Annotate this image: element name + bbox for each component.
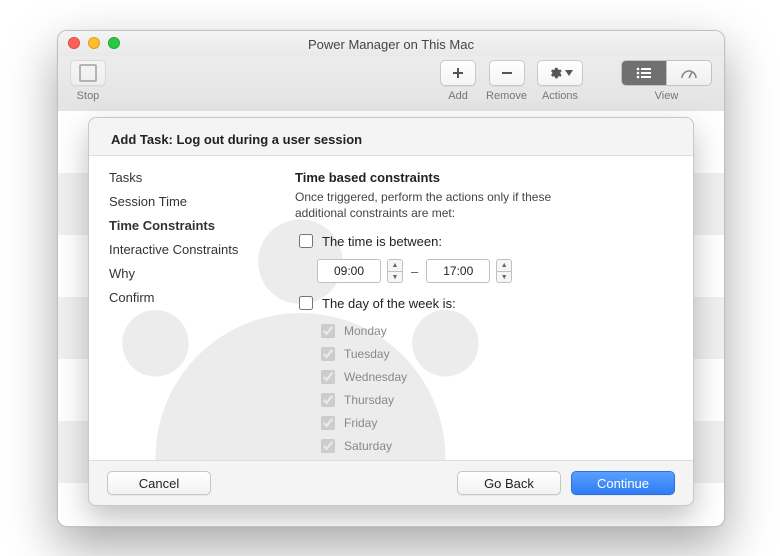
cancel-button[interactable]: Cancel — [107, 471, 211, 495]
day-saturday[interactable]: Saturday — [317, 436, 669, 456]
continue-button[interactable]: Continue — [571, 471, 675, 495]
time-from-value: 09:00 — [318, 264, 380, 278]
close-icon[interactable] — [68, 37, 80, 49]
remove-button[interactable] — [489, 60, 525, 86]
day-monday-checkbox — [321, 324, 335, 338]
add-button[interactable] — [440, 60, 476, 86]
nav-why[interactable]: Why — [109, 266, 281, 281]
task-sheet: Add Task: Log out during a user session … — [88, 117, 694, 506]
toolbar: Stop Add Remove Actions — [58, 56, 724, 113]
day-friday-checkbox — [321, 416, 335, 430]
window-title: Power Manager on This Mac — [308, 37, 474, 52]
go-back-button[interactable]: Go Back — [457, 471, 561, 495]
remove-label: Remove — [486, 90, 527, 102]
stop-label: Stop — [77, 90, 100, 102]
day-of-week-checkbox[interactable] — [299, 296, 313, 310]
time-between-checkbox[interactable] — [299, 234, 313, 248]
nav-confirm[interactable]: Confirm — [109, 290, 281, 305]
day-tuesday-checkbox — [321, 347, 335, 361]
nav-interactive-constraints[interactable]: Interactive Constraints — [109, 242, 281, 257]
time-to-value: 17:00 — [427, 264, 489, 278]
time-to-field[interactable]: 17:00 — [426, 259, 490, 283]
range-dash: – — [411, 264, 418, 279]
chevron-up-icon: ▲ — [497, 260, 511, 271]
time-between-label: The time is between: — [322, 234, 442, 249]
time-from-field[interactable]: 09:00 — [317, 259, 381, 283]
content-hint: Once triggered, perform the actions only… — [295, 189, 605, 221]
minimize-icon[interactable] — [88, 37, 100, 49]
window-controls — [68, 37, 120, 49]
day-wednesday-checkbox — [321, 370, 335, 384]
day-of-week-label: The day of the week is: — [322, 296, 456, 311]
minus-icon — [500, 66, 514, 80]
day-friday[interactable]: Friday — [317, 413, 669, 433]
gauge-icon — [680, 67, 698, 79]
zoom-icon[interactable] — [108, 37, 120, 49]
titlebar: Power Manager on This Mac — [58, 31, 724, 56]
add-label: Add — [448, 90, 468, 102]
day-saturday-checkbox — [321, 439, 335, 453]
content-pane: Time based constraints Once triggered, p… — [281, 156, 693, 460]
chevron-down-icon — [565, 70, 573, 76]
nav-time-constraints[interactable]: Time Constraints — [109, 218, 281, 233]
wizard-nav: Tasks Session Time Time Constraints Inte… — [89, 156, 281, 460]
day-thursday[interactable]: Thursday — [317, 390, 669, 410]
plus-icon — [451, 66, 465, 80]
day-monday[interactable]: Monday — [317, 321, 669, 341]
chevron-down-icon: ▼ — [388, 271, 402, 283]
day-tuesday[interactable]: Tuesday — [317, 344, 669, 364]
gear-icon — [548, 66, 562, 80]
view-gauge-button[interactable] — [666, 61, 711, 85]
time-from-stepper[interactable]: ▲ ▼ — [387, 259, 403, 283]
day-thursday-checkbox — [321, 393, 335, 407]
actions-button[interactable] — [537, 60, 583, 86]
stop-icon — [79, 64, 97, 82]
view-label: View — [655, 90, 679, 102]
view-segmented — [621, 60, 712, 86]
time-to-stepper[interactable]: ▲ ▼ — [496, 259, 512, 283]
content-heading: Time based constraints — [295, 170, 669, 185]
days-list: Monday Tuesday Wednesday Thursday Friday… — [317, 321, 669, 461]
view-list-button[interactable] — [622, 61, 666, 85]
day-sunday[interactable]: Sunday — [317, 459, 669, 461]
sheet-title: Add Task: Log out during a user session — [89, 118, 693, 155]
stop-button[interactable] — [70, 60, 106, 86]
day-wednesday[interactable]: Wednesday — [317, 367, 669, 387]
chevron-up-icon: ▲ — [388, 260, 402, 271]
nav-tasks[interactable]: Tasks — [109, 170, 281, 185]
list-icon — [636, 67, 652, 79]
app-window: Power Manager on This Mac Stop Add Remov… — [57, 30, 725, 527]
chevron-down-icon: ▼ — [497, 271, 511, 283]
actions-label: Actions — [542, 90, 578, 102]
nav-session-time[interactable]: Session Time — [109, 194, 281, 209]
